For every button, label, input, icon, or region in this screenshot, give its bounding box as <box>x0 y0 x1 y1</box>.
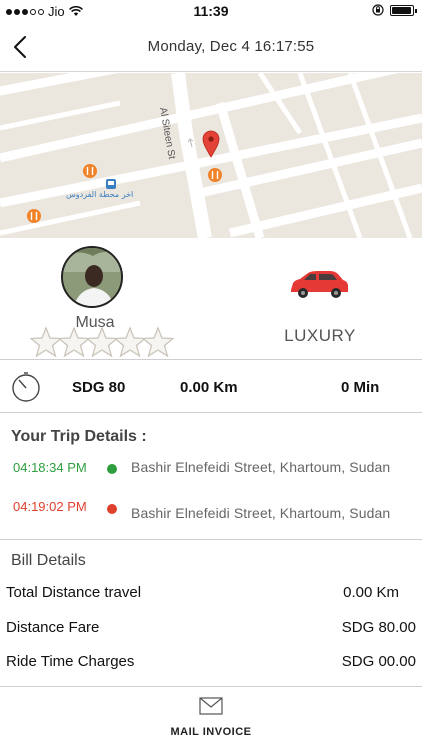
bill-row: Total Distance travel 0.00 Km <box>0 584 422 604</box>
bill-label: Distance Fare <box>6 619 100 636</box>
battery-icon <box>390 4 417 16</box>
car-icon <box>291 271 348 298</box>
pickup-address: Bashir Elnefeidi Street, Khartoum, Sudan <box>131 459 391 475</box>
pickup-dot-icon <box>107 464 117 474</box>
mail-invoice-label: MAIL INVOICE <box>170 726 252 738</box>
bill-label: Total Distance travel <box>6 584 142 601</box>
status-time: 11:39 <box>193 3 229 19</box>
driver-info: Musa LUXURY <box>0 238 422 360</box>
poi-label: اخر محطة الفردوس <box>66 190 133 199</box>
trip-details-title: Your Trip Details : <box>11 428 147 445</box>
bill-details-title: Bill Details <box>11 552 86 569</box>
bill-value: SDG 00.00 <box>341 653 416 670</box>
dropoff-address: Bashir Elnefeidi Street, Khartoum, Sudan <box>131 505 391 521</box>
page-title: Monday, Dec 4 16:17:55 <box>147 38 315 55</box>
status-right <box>372 4 417 16</box>
trip-map[interactable]: Al Siteen St اخر محطة الفردوس <box>0 73 422 238</box>
dropoff-time: 04:19:02 PM <box>13 499 87 514</box>
star-icon <box>142 326 174 358</box>
fare-value: SDG 80 <box>72 379 126 396</box>
bill-details: Bill Details Total Distance travel 0.00 … <box>0 541 422 687</box>
envelope-icon <box>199 697 223 715</box>
trip-stats: SDG 80 0.00 Km 0 Min <box>0 361 422 413</box>
orientation-lock-icon <box>372 4 384 16</box>
trip-pickup: 04:18:34 PM Bashir Elnefeidi Street, Kha… <box>0 458 422 478</box>
duration-value: 0 Min <box>341 379 380 396</box>
bill-row: Distance Fare SDG 80.00 <box>0 619 422 639</box>
status-bar: Jio 11:39 <box>0 0 422 22</box>
dropoff-dot-icon <box>107 504 117 514</box>
trip-dropoff: 04:19:02 PM Bashir Elnefeidi Street, Kha… <box>0 499 422 521</box>
nav-bar: Monday, Dec 4 16:17:55 <box>0 22 422 72</box>
pickup-time: 04:18:34 PM <box>13 460 87 475</box>
driver-rating <box>30 326 174 358</box>
bill-value: SDG 80.00 <box>341 619 416 636</box>
map-graphic: Al Siteen St اخر محطة الفردوس <box>0 73 422 238</box>
trip-details: Your Trip Details : 04:18:34 PM Bashir E… <box>0 414 422 540</box>
bill-row: Ride Time Charges SDG 00.00 <box>0 653 422 673</box>
mail-invoice-button[interactable]: MAIL INVOICE <box>0 688 422 750</box>
restaurant-icon <box>208 168 222 182</box>
restaurant-icon <box>83 164 97 178</box>
timer-icon <box>12 372 40 402</box>
back-chevron-icon[interactable] <box>10 34 34 60</box>
distance-value: 0.00 Km <box>180 379 238 396</box>
car-type: LUXURY <box>284 326 356 345</box>
driver-avatar <box>61 246 123 308</box>
bill-label: Ride Time Charges <box>6 653 135 670</box>
bill-value: 0.00 Km <box>343 584 399 601</box>
restaurant-icon <box>27 209 41 223</box>
